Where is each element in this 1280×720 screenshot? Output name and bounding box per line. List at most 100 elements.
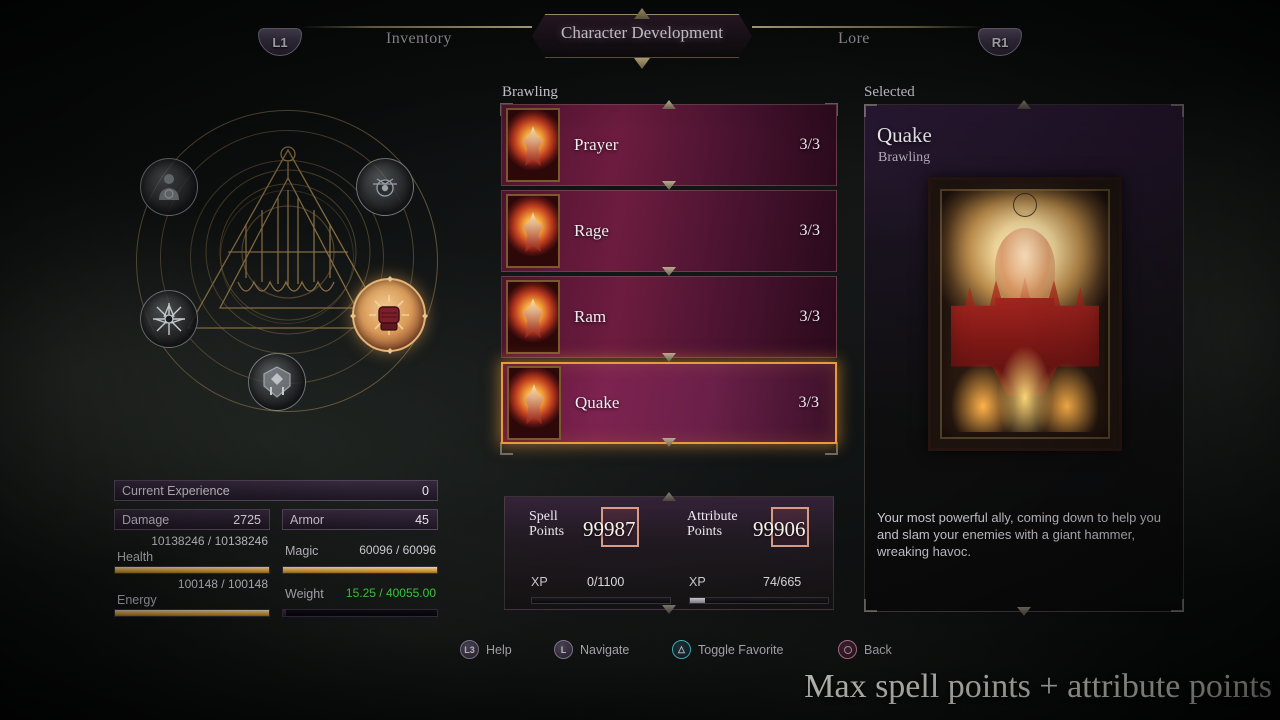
skill-rank: 3/3 [799,136,820,153]
row-diamond-bottom-icon [662,353,676,362]
energy-label: Energy [117,593,157,607]
health-label: Health [117,550,154,564]
energy-value: 100148 / 100148 [177,577,268,591]
weight-bar-track [282,609,438,617]
experience-value: 0 [422,483,429,498]
attribute-xp-value: 74/665 [763,575,802,589]
skill-row-prayer[interactable]: Prayer 3/3 [501,100,837,190]
skill-row-quake[interactable]: Quake 3/3 [501,362,837,447]
l3-stick-icon: L3 [460,640,479,659]
bumper-r1-button[interactable]: R1 [978,28,1022,56]
wheel-node-shield-crest[interactable] [248,353,306,411]
quake-card-icon [507,366,561,440]
ram-card-icon [506,280,560,354]
magic-bar-track [282,566,438,574]
attribute-points-value: 99906 [753,517,806,541]
points-panel: Spell Points 99987 XP 0/1100 Attribute P… [504,492,834,614]
triangle-button-icon: △ [672,640,691,659]
health-value: 10138246 / 10138246 [151,534,268,548]
alchemy-orb-icon [373,178,397,197]
wheel-node-brawling-selected[interactable] [350,276,428,354]
selected-skill-category: Brawling [878,150,931,165]
footer-label-help: Help [486,642,512,657]
stat-current-experience: Current Experience 0 [114,480,438,501]
game-screen: L1 R1 Inventory Character Development Lo… [0,0,1280,720]
skill-list[interactable]: Prayer 3/3 Rage 3/3 Ram 3/3 Quake 3/3 [500,100,838,455]
experience-label: Current Experience [122,483,230,498]
spell-xp-track [531,597,671,604]
selected-bracket-tl [864,104,877,117]
skill-rank: 3/3 [799,222,820,239]
wheel-node-alchemy-orb[interactable] [356,158,414,216]
tab-character-development[interactable]: Character Development [532,14,752,58]
footer-button-back[interactable]: Back [838,640,892,659]
rage-card-icon [506,194,560,268]
footer-button-navigate[interactable]: L Navigate [554,640,629,659]
health-bar-track [114,566,270,574]
points-panel-diamond-bottom-icon [662,605,676,614]
top-navigation-bar: L1 R1 Inventory Character Development Lo… [0,0,1280,72]
magic-label: Magic [285,544,319,558]
skilltree-category-title: Brawling [502,84,558,100]
selected-skill-description: Your most powerful ally, coming down to … [877,510,1161,559]
attribute-points-label-line2: Points [687,524,723,539]
bumper-l1-button[interactable]: L1 [258,28,302,56]
row-diamond-bottom-icon [662,267,676,276]
health-bar-fill [115,567,269,573]
skill-row-rage[interactable]: Rage 3/3 [501,190,837,276]
selected-skill-name: Quake [877,123,932,147]
attribute-xp-track [689,597,829,604]
stat-column-left: Damage 2725 Health 10138246 / 10138246 E… [114,509,270,617]
footer-label-navigate: Navigate [580,642,630,657]
energy-bar-track [114,609,270,617]
spell-points-value: 99987 [583,517,636,541]
skill-row-ram[interactable]: Ram 3/3 [501,276,837,362]
selected-bracket-bl [864,599,877,612]
starburst-icon [153,303,185,335]
wheel-node-starburst[interactable] [140,290,198,348]
footer-label-toggle-favorite: Toggle Favorite [698,642,784,657]
stat-magic: Magic 60096 / 60096 [282,534,438,574]
skill-rank: 3/3 [798,394,819,411]
skill-rank: 3/3 [799,308,820,325]
tab-lore[interactable]: Lore [838,30,870,48]
row-diamond-bottom-icon [662,438,676,447]
stat-column-right: Armor 45 Magic 60096 / 60096 Weight 15.2… [282,509,438,617]
armor-label: Armor [290,512,325,527]
points-panel-diamond-top-icon [662,492,676,501]
stat-armor: Armor 45 [282,509,438,530]
skill-name: Prayer [574,135,619,154]
skill-name: Quake [575,393,620,412]
energy-bar-fill [115,610,269,616]
weight-bar-fill [283,610,287,616]
spell-points-label-line2: Points [529,524,565,539]
stat-damage: Damage 2725 [114,509,270,530]
spell-xp-label: XP [531,575,548,589]
tab-inventory[interactable]: Inventory [386,30,452,48]
tab-active-label: Character Development [561,23,723,42]
quake-card-art [928,177,1122,451]
attribute-xp-label: XP [689,575,706,589]
armor-value: 45 [415,512,429,527]
damage-label: Damage [122,512,170,527]
circle-button-icon [838,640,857,659]
selected-panel-title: Selected [864,84,915,100]
selected-panel-diamond-bottom-icon [1017,607,1031,616]
stat-columns: Damage 2725 Health 10138246 / 10138246 E… [114,509,438,617]
l-stick-icon: L [554,640,573,659]
wheel-node-body-silhouette[interactable] [140,158,198,216]
spell-points-label-line1: Spell [529,509,558,524]
prayer-card-icon [506,108,560,182]
row-diamond-top-icon [662,100,676,109]
card-art-frame [931,180,1119,448]
stat-energy: Energy 100148 / 100148 [114,577,270,617]
selected-bracket-br [1171,599,1184,612]
footer-label-back: Back [864,642,892,657]
selected-bracket-tr [1171,104,1184,117]
footer-button-help[interactable]: L3 Help [460,640,512,659]
skill-category-wheel[interactable] [128,108,468,424]
damage-value: 2725 [233,512,261,527]
footer-button-toggle-favorite[interactable]: △ Toggle Favorite [672,640,783,659]
video-caption: Max spell points + attribute points [804,668,1272,705]
nav-rule-left [300,26,532,28]
